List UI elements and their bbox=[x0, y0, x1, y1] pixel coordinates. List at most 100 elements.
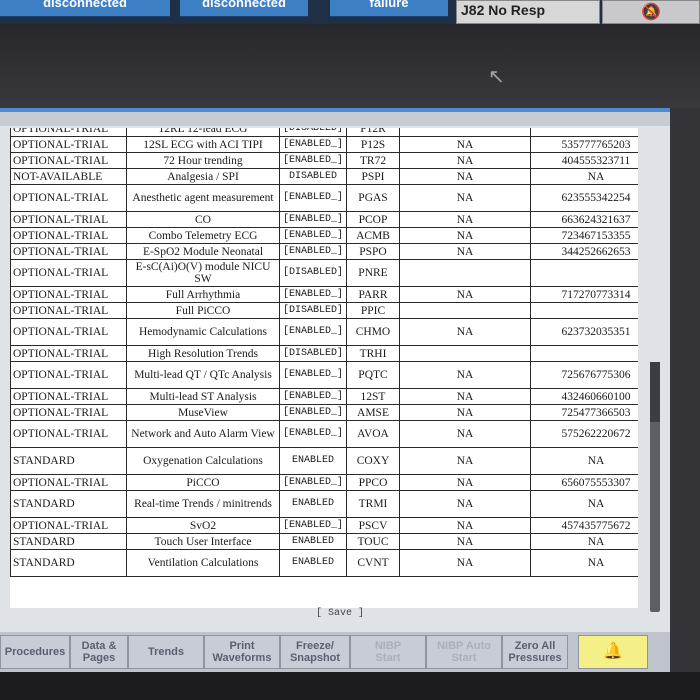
license-status-cell: OPTIONAL-TRIAL bbox=[10, 152, 127, 169]
save-button[interactable]: [ Save ] bbox=[300, 606, 380, 620]
table-row[interactable]: OPTIONAL-TRIAL Network and Auto Alarm Vie… bbox=[10, 420, 638, 448]
table-row[interactable]: OPTIONAL-TRIAL 12SL ECG with ACI TIPI [ENA… bbox=[10, 136, 638, 153]
option-code-cell: PSPO bbox=[346, 243, 400, 260]
expiry-cell: NA bbox=[399, 549, 531, 577]
table-row[interactable]: OPTIONAL-TRIAL Hemodynamic Calculations [E… bbox=[10, 318, 638, 346]
tab-disconnected-2[interactable]: disconnected bbox=[180, 0, 308, 17]
silence-alarm-button[interactable]: 🔔 bbox=[578, 635, 648, 669]
option-code-cell: PGAS bbox=[346, 184, 400, 212]
table-row[interactable]: STANDARD Real-time Trends / minitrends ENA… bbox=[10, 490, 638, 518]
enable-state-cell[interactable]: ENABLED bbox=[279, 549, 347, 577]
license-status-cell: STANDARD bbox=[10, 549, 127, 577]
table-row[interactable]: OPTIONAL-TRIAL Anesthetic agent measureme… bbox=[10, 184, 638, 212]
enable-state-cell[interactable]: [ENABLED_] bbox=[279, 318, 347, 346]
license-status-cell: OPTIONAL-TRIAL bbox=[10, 211, 127, 228]
enable-state-cell[interactable]: [DISABLED] bbox=[279, 259, 347, 287]
option-code-cell: TOUC bbox=[346, 533, 400, 550]
option-code-cell: AMSE bbox=[346, 404, 400, 421]
table-row[interactable]: OPTIONAL-TRIAL 72 Hour trending [ENABLED_]… bbox=[10, 152, 638, 169]
procedures-button[interactable]: Procedures bbox=[0, 635, 70, 669]
table-row[interactable]: STANDARD Oxygenation Calculations ENABLED C… bbox=[10, 447, 638, 475]
table-row[interactable]: OPTIONAL-TRIAL High Resolution Trends [DIS… bbox=[10, 345, 638, 362]
enable-state-cell[interactable]: [ENABLED_] bbox=[279, 517, 347, 534]
enable-state-cell[interactable]: [ENABLED_] bbox=[279, 211, 347, 228]
print-waveforms-button[interactable]: Print Waveforms bbox=[204, 635, 280, 669]
table-row[interactable]: OPTIONAL-TRIAL SvO2 [ENABLED_] PSCV NA 457435… bbox=[10, 517, 638, 534]
table-row[interactable]: OPTIONAL-TRIAL PiCCO [ENABLED_] PPCO NA 65607… bbox=[10, 474, 638, 491]
data-pages-button[interactable]: Data & Pages bbox=[70, 635, 128, 669]
table-row[interactable]: OPTIONAL-TRIAL CO [ENABLED_] PCOP NA 66362432… bbox=[10, 211, 638, 228]
enable-state-cell[interactable]: [ENABLED_] bbox=[279, 136, 347, 153]
enable-state-cell[interactable]: [ENABLED_] bbox=[279, 152, 347, 169]
enable-state-cell[interactable]: ENABLED bbox=[279, 490, 347, 518]
expiry-cell bbox=[399, 128, 531, 137]
enable-state-cell[interactable]: ENABLED bbox=[279, 447, 347, 475]
table-row[interactable]: STANDARD Touch User Interface ENABLED TOUC N… bbox=[10, 533, 638, 550]
table-row[interactable]: OPTIONAL-TRIAL E-sC(Ai)O(V) module NICU S… bbox=[10, 259, 638, 287]
table-row[interactable]: OPTIONAL-TRIAL Combo Telemetry ECG [ENABLE… bbox=[10, 227, 638, 244]
table-row[interactable]: OPTIONAL-TRIAL MuseView [ENABLED_] AMSE NA 72… bbox=[10, 404, 638, 421]
license-status-cell: OPTIONAL-TRIAL bbox=[10, 243, 127, 260]
enable-state-cell[interactable]: DISABLED bbox=[279, 168, 347, 185]
activation-key-cell: 432460660100 bbox=[530, 388, 638, 405]
activation-key-cell: 575262220672 bbox=[530, 420, 638, 448]
option-code-cell: CHMO bbox=[346, 318, 400, 346]
trends-button[interactable]: Trends bbox=[128, 635, 204, 669]
option-name-cell: Real-time Trends / minitrends bbox=[126, 490, 280, 518]
expiry-cell: NA bbox=[399, 517, 531, 534]
license-status-cell: OPTIONAL-TRIAL bbox=[10, 302, 127, 319]
license-status-cell: OPTIONAL-TRIAL bbox=[10, 404, 127, 421]
enable-state-cell[interactable]: [DISABLED] bbox=[279, 345, 347, 362]
enable-state-cell[interactable]: [ENABLED_] bbox=[279, 184, 347, 212]
option-name-cell: Multi-lead QT / QTc Analysis bbox=[126, 361, 280, 389]
enable-state-cell[interactable]: [DISABLED] bbox=[279, 302, 347, 319]
table-row[interactable]: STANDARD Ventilation Calculations ENABLED C… bbox=[10, 549, 638, 577]
enable-state-cell[interactable]: [ENABLED_] bbox=[279, 474, 347, 491]
nibp-start-button[interactable]: NIBP Start bbox=[350, 635, 426, 669]
option-name-cell: Analgesia / SPI bbox=[126, 168, 280, 185]
table-scrollbar[interactable] bbox=[650, 362, 660, 612]
table-row[interactable]: OPTIONAL-TRIAL 12RL 12-lead ECG [DISABLED]… bbox=[10, 128, 638, 137]
tab-failure[interactable]: failure bbox=[330, 0, 448, 17]
license-status-cell: OPTIONAL-TRIAL bbox=[10, 259, 127, 287]
option-name-cell: Anesthetic agent measurement bbox=[126, 184, 280, 212]
option-name-cell: Network and Auto Alarm View bbox=[126, 420, 280, 448]
enable-state-cell[interactable]: [DISABLED] bbox=[279, 128, 347, 137]
table-row[interactable]: OPTIONAL-TRIAL E-SpO2 Module Neonatal [ENA… bbox=[10, 243, 638, 260]
option-code-cell: TR72 bbox=[346, 152, 400, 169]
table-row[interactable]: OPTIONAL-TRIAL Full PiCCO [DISABLED] PPIC bbox=[10, 302, 638, 319]
license-status-cell: OPTIONAL-TRIAL bbox=[10, 517, 127, 534]
activation-key-cell bbox=[530, 345, 638, 362]
option-name-cell: Full PiCCO bbox=[126, 302, 280, 319]
enable-state-cell[interactable]: [ENABLED_] bbox=[279, 361, 347, 389]
table-row[interactable]: NOT-AVAILABLE Analgesia / SPI DISABLED PSPI… bbox=[10, 168, 638, 185]
option-name-cell: Hemodynamic Calculations bbox=[126, 318, 280, 346]
zero-all-pressures-button[interactable]: Zero All Pressures bbox=[502, 635, 568, 669]
expiry-cell: NA bbox=[399, 136, 531, 153]
tab-disconnected-1[interactable]: disconnected bbox=[0, 0, 170, 17]
enable-state-cell[interactable]: [ENABLED_] bbox=[279, 404, 347, 421]
expiry-cell bbox=[399, 302, 531, 319]
scrollbar-thumb[interactable] bbox=[650, 362, 660, 422]
table-row[interactable]: OPTIONAL-TRIAL Multi-lead QT / QTc Analys… bbox=[10, 361, 638, 389]
enable-state-cell[interactable]: [ENABLED_] bbox=[279, 420, 347, 448]
enable-state-cell[interactable]: [ENABLED_] bbox=[279, 243, 347, 260]
status-text: J82 No Resp bbox=[461, 2, 546, 18]
enable-state-cell[interactable]: [ENABLED_] bbox=[279, 227, 347, 244]
activation-key-cell: NA bbox=[530, 447, 638, 475]
enable-state-cell[interactable]: ENABLED bbox=[279, 533, 347, 550]
activation-key-cell: NA bbox=[530, 490, 638, 518]
license-status-cell: STANDARD bbox=[10, 490, 127, 518]
nibp-auto-start-button[interactable]: NIBP Auto Start bbox=[426, 635, 502, 669]
expiry-cell: NA bbox=[399, 447, 531, 475]
expiry-cell: NA bbox=[399, 474, 531, 491]
enable-state-cell[interactable]: [ENABLED_] bbox=[279, 286, 347, 303]
option-name-cell: PiCCO bbox=[126, 474, 280, 491]
option-name-cell: Touch User Interface bbox=[126, 533, 280, 550]
enable-state-cell[interactable]: [ENABLED_] bbox=[279, 388, 347, 405]
table-row[interactable]: OPTIONAL-TRIAL Full Arrhythmia [ENABLED_] P… bbox=[10, 286, 638, 303]
options-table-viewport: OPTIONAL-TRIAL 12RL 12-lead ECG [DISABLED]… bbox=[10, 128, 638, 608]
freeze-snapshot-button[interactable]: Freeze/ Snapshot bbox=[280, 635, 350, 669]
alarm-status-button[interactable]: 🔕 bbox=[602, 0, 700, 24]
table-row[interactable]: OPTIONAL-TRIAL Multi-lead ST Analysis [ENA… bbox=[10, 388, 638, 405]
